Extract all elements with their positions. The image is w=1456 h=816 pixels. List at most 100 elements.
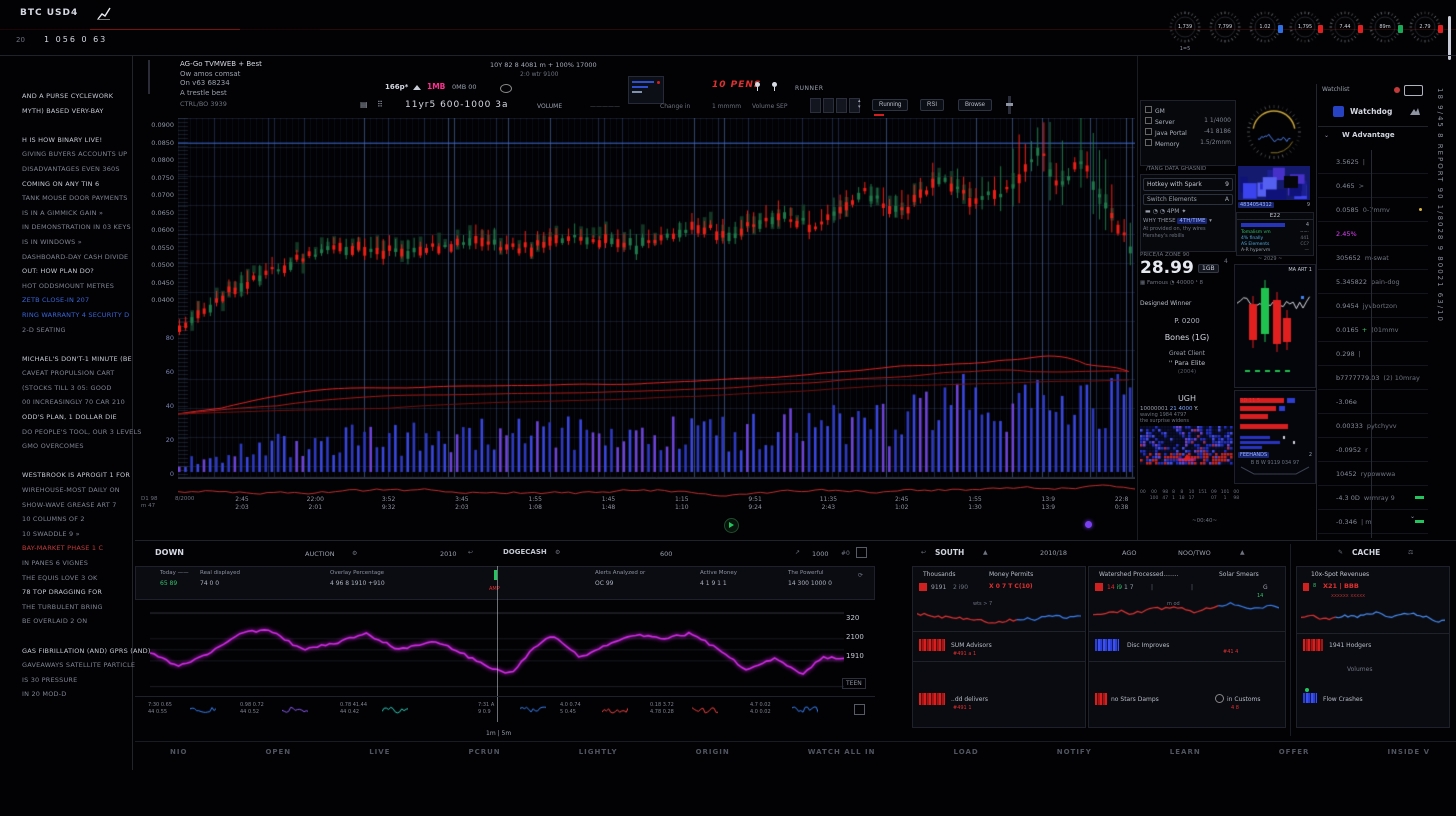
collapse-icon[interactable]: ⌄ bbox=[1324, 132, 1329, 139]
time-axis-label: 3:529:32 bbox=[369, 496, 409, 512]
gauge-widget[interactable]: 2.79 bbox=[1408, 10, 1444, 54]
footer-item[interactable]: OPEN bbox=[265, 748, 291, 756]
gauge-widget[interactable]: 1.02 bbox=[1248, 10, 1284, 54]
mini-legend-box[interactable] bbox=[628, 76, 664, 104]
watchlist-expand-icon[interactable]: ⌄ bbox=[1410, 513, 1415, 520]
gauge-widget[interactable]: 7,799 bbox=[1208, 10, 1244, 54]
footer-item[interactable]: NOTIFY bbox=[1057, 748, 1092, 756]
south-h4[interactable]: NOO/TWO bbox=[1178, 549, 1211, 557]
eye-icon[interactable] bbox=[500, 84, 512, 93]
sort-icon[interactable]: ▲ bbox=[1240, 549, 1245, 556]
gear-icon[interactable]: ⚙ bbox=[555, 549, 560, 556]
gauge-widget[interactable]: 89m bbox=[1368, 10, 1404, 54]
play-badge[interactable] bbox=[724, 518, 739, 533]
hotkey-option[interactable]: Hotkey with Spark9 bbox=[1143, 178, 1233, 191]
sort-icon[interactable]: ▲ bbox=[983, 549, 988, 556]
browse-button[interactable]: Browse bbox=[958, 99, 992, 111]
price-axis-label: 0.0550 bbox=[138, 244, 174, 252]
watchlist-row[interactable]: 10452rypowwwa bbox=[1318, 462, 1428, 486]
record-icon[interactable] bbox=[1394, 87, 1400, 93]
footer-item[interactable]: PCRUN bbox=[468, 748, 500, 756]
gauge-badge bbox=[1398, 25, 1403, 33]
down-menu-dogecash[interactable]: DOGECASH bbox=[503, 548, 547, 556]
down-menu-auction[interactable]: AUCTION bbox=[305, 550, 335, 558]
watchlist-row[interactable]: -3.06e bbox=[1318, 390, 1428, 414]
switch-option[interactable]: Switch ElementsA bbox=[1143, 194, 1233, 205]
sidebar-link[interactable]: RING WARRANTY 4 SECURITY D bbox=[22, 311, 132, 326]
watchlist-row[interactable]: 2.45% bbox=[1318, 222, 1428, 246]
watchlist-row[interactable]: 0.0165+(01mmv bbox=[1318, 318, 1428, 342]
watchlist-row[interactable]: 0.9454jyvbortzon bbox=[1318, 294, 1428, 318]
filter-panel: Hotkey with Spark9 Switch ElementsA ▬ ◔ … bbox=[1140, 174, 1236, 252]
watchlist-row[interactable]: 0.00333pytchyvv bbox=[1318, 414, 1428, 438]
rsi-button[interactable]: RSI bbox=[920, 99, 944, 111]
watchlist-row[interactable]: 305652m-swat bbox=[1318, 246, 1428, 270]
down-bottom-stat[interactable]: 0.78 41.4444 0.42 bbox=[340, 702, 367, 716]
watchlist-row[interactable]: 0.05850-7mmv bbox=[1318, 198, 1428, 222]
scale-icon[interactable]: ⚖ bbox=[1408, 549, 1413, 556]
down-bottom-stat[interactable]: 7:30 0.6544 0.55 bbox=[148, 702, 172, 716]
down-menu-600[interactable]: 600 bbox=[660, 550, 672, 558]
footer-item[interactable]: LIGHTLY bbox=[579, 748, 618, 756]
down-menu-2010[interactable]: 2010 bbox=[440, 550, 457, 558]
filter-icons-row[interactable]: ▬ ◔ ◔ 4PM ✦ bbox=[1145, 208, 1231, 215]
timeframe-switch[interactable]: 1m | 5m bbox=[486, 730, 511, 737]
watchlist-row[interactable]: b7777779.03(2) 10mray bbox=[1318, 366, 1428, 390]
undo-icon[interactable]: ↩ bbox=[468, 549, 473, 556]
footer-item[interactable]: LEARN bbox=[1170, 748, 1201, 756]
gauge-widget[interactable]: 1,7391=5 bbox=[1168, 10, 1204, 54]
undo-icon[interactable]: ↩ bbox=[921, 549, 926, 556]
mini-vertical-slider[interactable] bbox=[148, 60, 150, 94]
watchlist-row[interactable]: 0.465> bbox=[1318, 174, 1428, 198]
footer-item[interactable]: OFFER bbox=[1279, 748, 1310, 756]
gauge-value: 1,739 bbox=[1168, 24, 1202, 30]
vertical-slider-icon[interactable] bbox=[1008, 96, 1011, 114]
down-bottom-stat[interactable]: 7:31 A9 0.9 bbox=[478, 702, 494, 716]
watchlist-row[interactable]: 0.298| bbox=[1318, 342, 1428, 366]
running-underline bbox=[874, 114, 884, 116]
external-icon[interactable]: ↗ bbox=[795, 549, 800, 556]
mountain-icon[interactable] bbox=[1410, 107, 1420, 115]
refresh-icon[interactable]: ⟳ bbox=[858, 572, 863, 579]
south-h2[interactable]: 2010/18 bbox=[1040, 549, 1067, 557]
footer-item[interactable]: LOAD bbox=[954, 748, 979, 756]
watchlist-group[interactable]: W Advantage bbox=[1342, 131, 1395, 139]
south-h3[interactable]: AGO bbox=[1122, 549, 1137, 557]
sidebar-link[interactable]: ZETB CLOSE-IN 207 bbox=[22, 296, 132, 311]
price-zone-icons-row[interactable]: ▦ Famous ◔ 40000 ¹ 8 bbox=[1140, 280, 1234, 286]
window-button[interactable] bbox=[1404, 85, 1423, 96]
down-bottom-stat[interactable]: 4.7 0.024.0 0.02 bbox=[750, 702, 771, 716]
panel-icon[interactable] bbox=[854, 704, 865, 715]
stepper-arrows-icon[interactable]: ▴▾ bbox=[858, 98, 861, 110]
footer-item[interactable]: ORIGIN bbox=[696, 748, 730, 756]
footer-item[interactable]: NIO bbox=[170, 748, 187, 756]
edit-icon[interactable]: ✎ bbox=[1338, 549, 1343, 556]
watchlist-row[interactable]: 3.5625| bbox=[1318, 150, 1428, 174]
gear-icon[interactable]: ⚙ bbox=[352, 550, 357, 557]
gauge-widget[interactable]: 1,795 bbox=[1288, 10, 1324, 54]
indicator-axis-label: 0 bbox=[138, 470, 174, 478]
down-bottom-stat[interactable]: 0.98 0.7244 0.52 bbox=[240, 702, 264, 716]
down-bottom-stat[interactable]: 4.0 0.745 0.45 bbox=[560, 702, 581, 716]
footer-item[interactable]: LIVE bbox=[369, 748, 390, 756]
sidebar-line: GMO OVERCOMES bbox=[22, 442, 132, 457]
panel-icon[interactable] bbox=[856, 547, 867, 558]
pin-icon[interactable] bbox=[772, 82, 777, 87]
down-bottom-stat[interactable]: 0.18 3.724.78 0.28 bbox=[650, 702, 674, 716]
grid-icon[interactable]: ▤ bbox=[360, 100, 368, 109]
why-these-row[interactable]: WHY THESE 4TH/TIME ▾ bbox=[1143, 218, 1233, 224]
dots-icon[interactable]: ⠿ bbox=[377, 100, 383, 109]
footer-item[interactable]: INSIDE V bbox=[1387, 748, 1430, 756]
gauge-widget[interactable]: 7.44 bbox=[1328, 10, 1364, 54]
purple-dot-indicator[interactable] bbox=[1085, 521, 1092, 528]
watchlist-row[interactable]: -0.0952r bbox=[1318, 438, 1428, 462]
main-candlestick-chart[interactable] bbox=[178, 118, 1135, 478]
pin-icon[interactable] bbox=[755, 82, 760, 87]
mini-button-group[interactable] bbox=[810, 98, 860, 113]
watchlist-row[interactable]: 5.345822pain-dog bbox=[1318, 270, 1428, 294]
footer-item[interactable]: WATCH ALL IN bbox=[808, 748, 876, 756]
running-button[interactable]: Running bbox=[872, 99, 908, 111]
scrollbar-thumb[interactable] bbox=[1448, 16, 1451, 60]
watchlist-row[interactable]: -4.3 0Dwrmray 9 bbox=[1318, 486, 1428, 510]
time-axis-label: 2:451:02 bbox=[882, 496, 922, 512]
